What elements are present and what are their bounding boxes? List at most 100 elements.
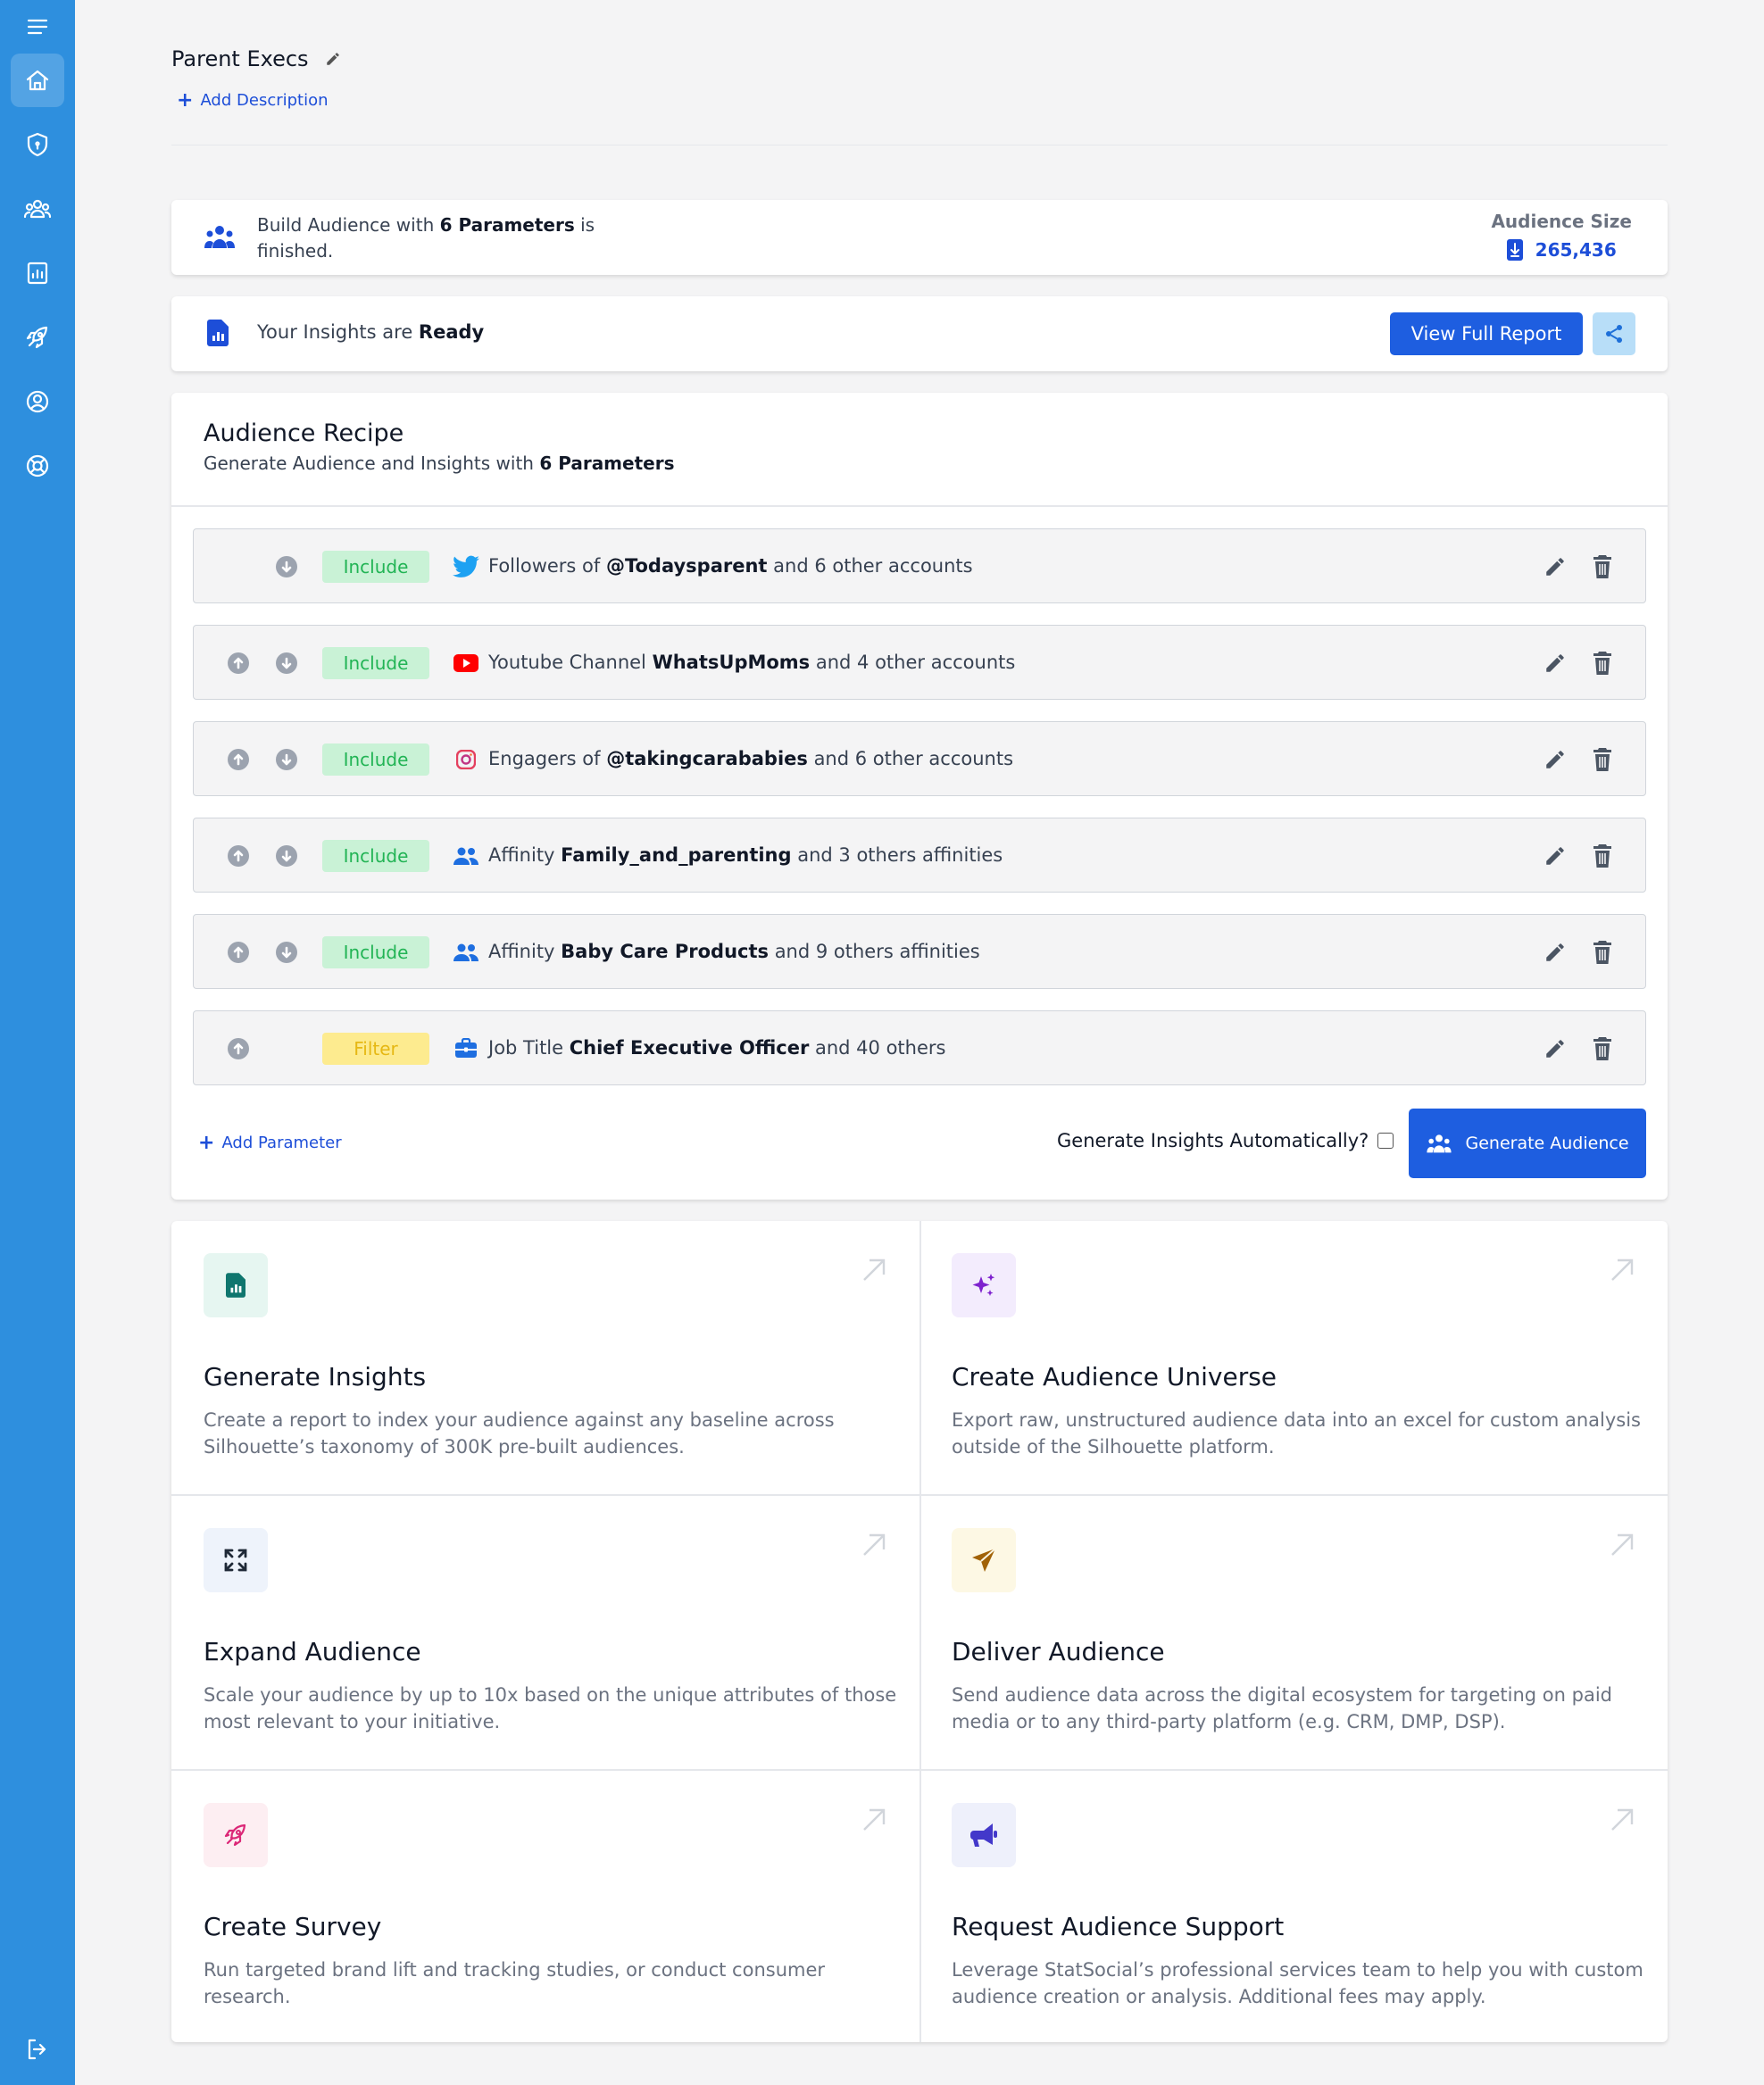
tile-title: Expand Audience: [204, 1637, 421, 1666]
page-title: Parent Execs: [171, 46, 309, 71]
delete-icon[interactable]: [1592, 747, 1613, 772]
tile-title: Deliver Audience: [952, 1637, 1165, 1666]
move-up-icon[interactable]: [228, 1038, 249, 1059]
move-down-icon[interactable]: [276, 749, 297, 770]
send-icon: [952, 1528, 1016, 1592]
include-tag: Include: [322, 551, 429, 583]
include-tag: Include: [322, 840, 429, 872]
share-icon: [1606, 325, 1622, 343]
view-full-report-button[interactable]: View Full Report: [1390, 312, 1583, 355]
generate-insights-auto-checkbox[interactable]: [1377, 1133, 1394, 1149]
add-description-link[interactable]: + Add Description: [177, 89, 329, 112]
tile-description: Create a report to index your audience a…: [204, 1409, 835, 1458]
edit-icon[interactable]: [1544, 941, 1567, 964]
people-icon: [453, 843, 479, 868]
tile-title: Create Survey: [204, 1912, 382, 1941]
move-up-icon[interactable]: [228, 845, 249, 867]
audience-size-value-row[interactable]: 265,436: [1491, 239, 1632, 261]
arrow-up-right-icon: [863, 1258, 886, 1281]
rocket-icon[interactable]: [11, 311, 64, 364]
briefcase-icon: [453, 1036, 479, 1061]
rocket-icon: [204, 1803, 268, 1867]
twitter-icon: [453, 554, 479, 579]
parameter-text: Followers of @Todaysparent and 6 other a…: [488, 555, 973, 577]
arrow-up-right-icon: [1611, 1533, 1634, 1556]
edit-icon[interactable]: [1544, 652, 1567, 675]
audience-size: Audience Size 265,436: [1491, 211, 1632, 261]
move-down-icon[interactable]: [276, 845, 297, 867]
tile-description: Export raw, unstructured audience data i…: [952, 1409, 1641, 1458]
parameter-row: Include Engagers of @takingcarababies an…: [193, 721, 1646, 796]
parameter-text: Youtube Channel WhatsUpMoms and 4 other …: [488, 652, 1016, 673]
tile-description: Run targeted brand lift and tracking stu…: [204, 1959, 826, 2007]
audience-size-value: 265,436: [1535, 239, 1617, 261]
move-down-icon[interactable]: [276, 556, 297, 577]
people-icon: [453, 940, 479, 965]
download-icon[interactable]: [1506, 239, 1523, 261]
move-up-icon[interactable]: [228, 942, 249, 963]
home-icon[interactable]: [11, 54, 64, 107]
arrow-up-right-icon: [1611, 1258, 1634, 1281]
parameter-row: Include Affinity Family_and_parenting an…: [193, 818, 1646, 893]
delete-icon[interactable]: [1592, 940, 1613, 965]
add-parameter-link[interactable]: + Add Parameter: [198, 1132, 342, 1154]
build-status-text: Build Audience with 6 Parameters is fini…: [257, 214, 595, 262]
tile-description: Scale your audience by up to 10x based o…: [204, 1684, 897, 1732]
edit-icon[interactable]: [1544, 844, 1567, 868]
tile-description: Send audience data across the digital ec…: [952, 1684, 1612, 1732]
recipe-title: Audience Recipe: [204, 419, 404, 447]
deliver-audience-tile[interactable]: Deliver Audience Send audience data acro…: [919, 1496, 1668, 1769]
include-tag: Include: [322, 647, 429, 679]
actions-grid: Generate Insights Create a report to ind…: [171, 1221, 1668, 2042]
plus-icon: +: [198, 1132, 215, 1154]
menu-icon[interactable]: [11, 0, 64, 54]
delete-icon[interactable]: [1592, 843, 1613, 868]
parameter-text: Affinity Family_and_parenting and 3 othe…: [488, 844, 1003, 866]
parameter-row: Filter Job Title Chief Executive Officer…: [193, 1010, 1646, 1085]
audience-recipe-card: Audience Recipe Generate Audience and In…: [171, 393, 1668, 1200]
youtube-icon: [453, 651, 479, 676]
arrow-up-right-icon: [863, 1808, 886, 1831]
recipe-subtitle: Generate Audience and Insights with 6 Pa…: [204, 453, 675, 474]
audience-icon[interactable]: [11, 182, 64, 236]
edit-icon[interactable]: [1544, 1037, 1567, 1060]
move-down-icon[interactable]: [276, 652, 297, 674]
support-icon[interactable]: [11, 439, 64, 493]
delete-icon[interactable]: [1592, 651, 1613, 676]
parameter-row: Include Followers of @Todaysparent and 6…: [193, 528, 1646, 603]
user-icon[interactable]: [11, 375, 64, 428]
delete-icon[interactable]: [1592, 554, 1613, 579]
request-audience-support-tile[interactable]: Request Audience Support Leverage StatSo…: [919, 1771, 1668, 2044]
parameter-text: Affinity Baby Care Products and 9 others…: [488, 941, 980, 962]
page-title-row: Parent Execs: [171, 46, 341, 71]
report-icon[interactable]: [11, 246, 64, 300]
edit-icon[interactable]: [1544, 555, 1567, 578]
audience-icon: [204, 226, 235, 248]
expand-audience-tile[interactable]: Expand Audience Scale your audience by u…: [171, 1496, 919, 1769]
tile-title: Generate Insights: [204, 1362, 427, 1391]
pencil-icon[interactable]: [325, 51, 341, 67]
move-up-icon[interactable]: [228, 749, 249, 770]
report-doc-icon: [207, 320, 229, 346]
move-down-icon[interactable]: [276, 942, 297, 963]
generate-audience-button[interactable]: Generate Audience: [1409, 1109, 1646, 1178]
create-survey-tile[interactable]: Create Survey Run targeted brand lift an…: [171, 1771, 919, 2044]
create-audience-universe-tile[interactable]: Create Audience Universe Export raw, uns…: [919, 1221, 1668, 1494]
move-up-icon[interactable]: [228, 652, 249, 674]
sparkles-icon: [952, 1253, 1016, 1317]
filter-tag: Filter: [322, 1033, 429, 1065]
edit-icon[interactable]: [1544, 748, 1567, 771]
insights-status-text: Your Insights are Ready: [257, 321, 485, 343]
generate-insights-auto-label: Generate Insights Automatically?: [1057, 1130, 1369, 1151]
include-tag: Include: [322, 743, 429, 776]
tile-title: Request Audience Support: [952, 1912, 1285, 1941]
report-doc-icon: [204, 1253, 268, 1317]
tile-title: Create Audience Universe: [952, 1362, 1277, 1391]
share-button[interactable]: [1593, 312, 1635, 355]
include-tag: Include: [322, 936, 429, 968]
generate-insights-tile[interactable]: Generate Insights Create a report to ind…: [171, 1221, 919, 1494]
logout-icon[interactable]: [11, 2023, 64, 2076]
shield-icon[interactable]: [11, 118, 64, 171]
parameter-row: Include Youtube Channel WhatsUpMoms and …: [193, 625, 1646, 700]
delete-icon[interactable]: [1592, 1036, 1613, 1061]
